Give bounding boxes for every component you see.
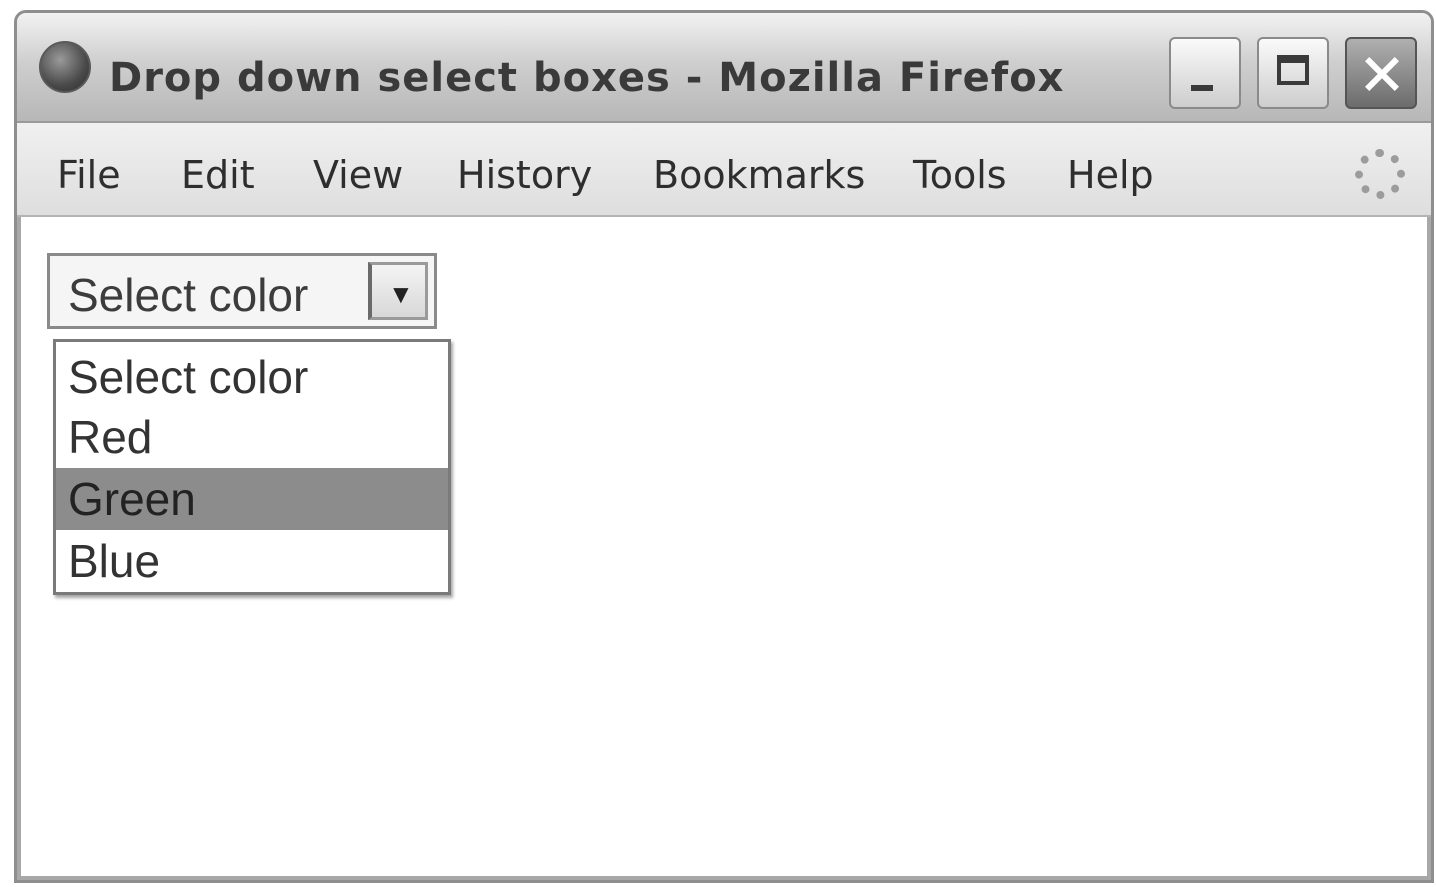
dropdown-list: Select color Red Green Blue (53, 339, 451, 595)
window-title: Drop down select boxes - Mozilla Firefox (109, 55, 1065, 101)
minimize-button[interactable] (1169, 37, 1241, 109)
close-button[interactable] (1345, 37, 1417, 109)
menu-help[interactable]: Help (1067, 153, 1154, 197)
menu-view[interactable]: View (313, 153, 403, 197)
menu-tools[interactable]: Tools (913, 153, 1007, 197)
minimize-icon (1191, 85, 1213, 91)
menu-edit[interactable]: Edit (181, 153, 255, 197)
option-select-color[interactable]: Select color (56, 346, 448, 408)
firefox-icon (39, 41, 91, 93)
chevron-down-icon: ▼ (388, 279, 414, 309)
menu-bar: File Edit View History Bookmarks Tools H… (17, 123, 1431, 217)
select-current-value: Select color (68, 269, 309, 321)
close-icon (1347, 39, 1415, 107)
title-bar[interactable]: Drop down select boxes - Mozilla Firefox (17, 13, 1431, 123)
menu-file[interactable]: File (57, 153, 121, 197)
menu-history[interactable]: History (457, 153, 592, 197)
maximize-icon (1277, 55, 1309, 85)
option-green[interactable]: Green (56, 468, 448, 530)
color-select[interactable]: Select color ▼ (47, 253, 437, 329)
menu-bookmarks[interactable]: Bookmarks (653, 153, 865, 197)
browser-window: Drop down select boxes - Mozilla Firefox… (14, 10, 1434, 883)
option-blue[interactable]: Blue (56, 530, 448, 592)
dropdown-arrow-button[interactable]: ▼ (368, 262, 428, 320)
option-red[interactable]: Red (56, 406, 448, 468)
throbber-icon (1355, 149, 1405, 199)
page-content: Select color ▼ Select color Red Green Bl… (17, 217, 1431, 880)
maximize-button[interactable] (1257, 37, 1329, 109)
